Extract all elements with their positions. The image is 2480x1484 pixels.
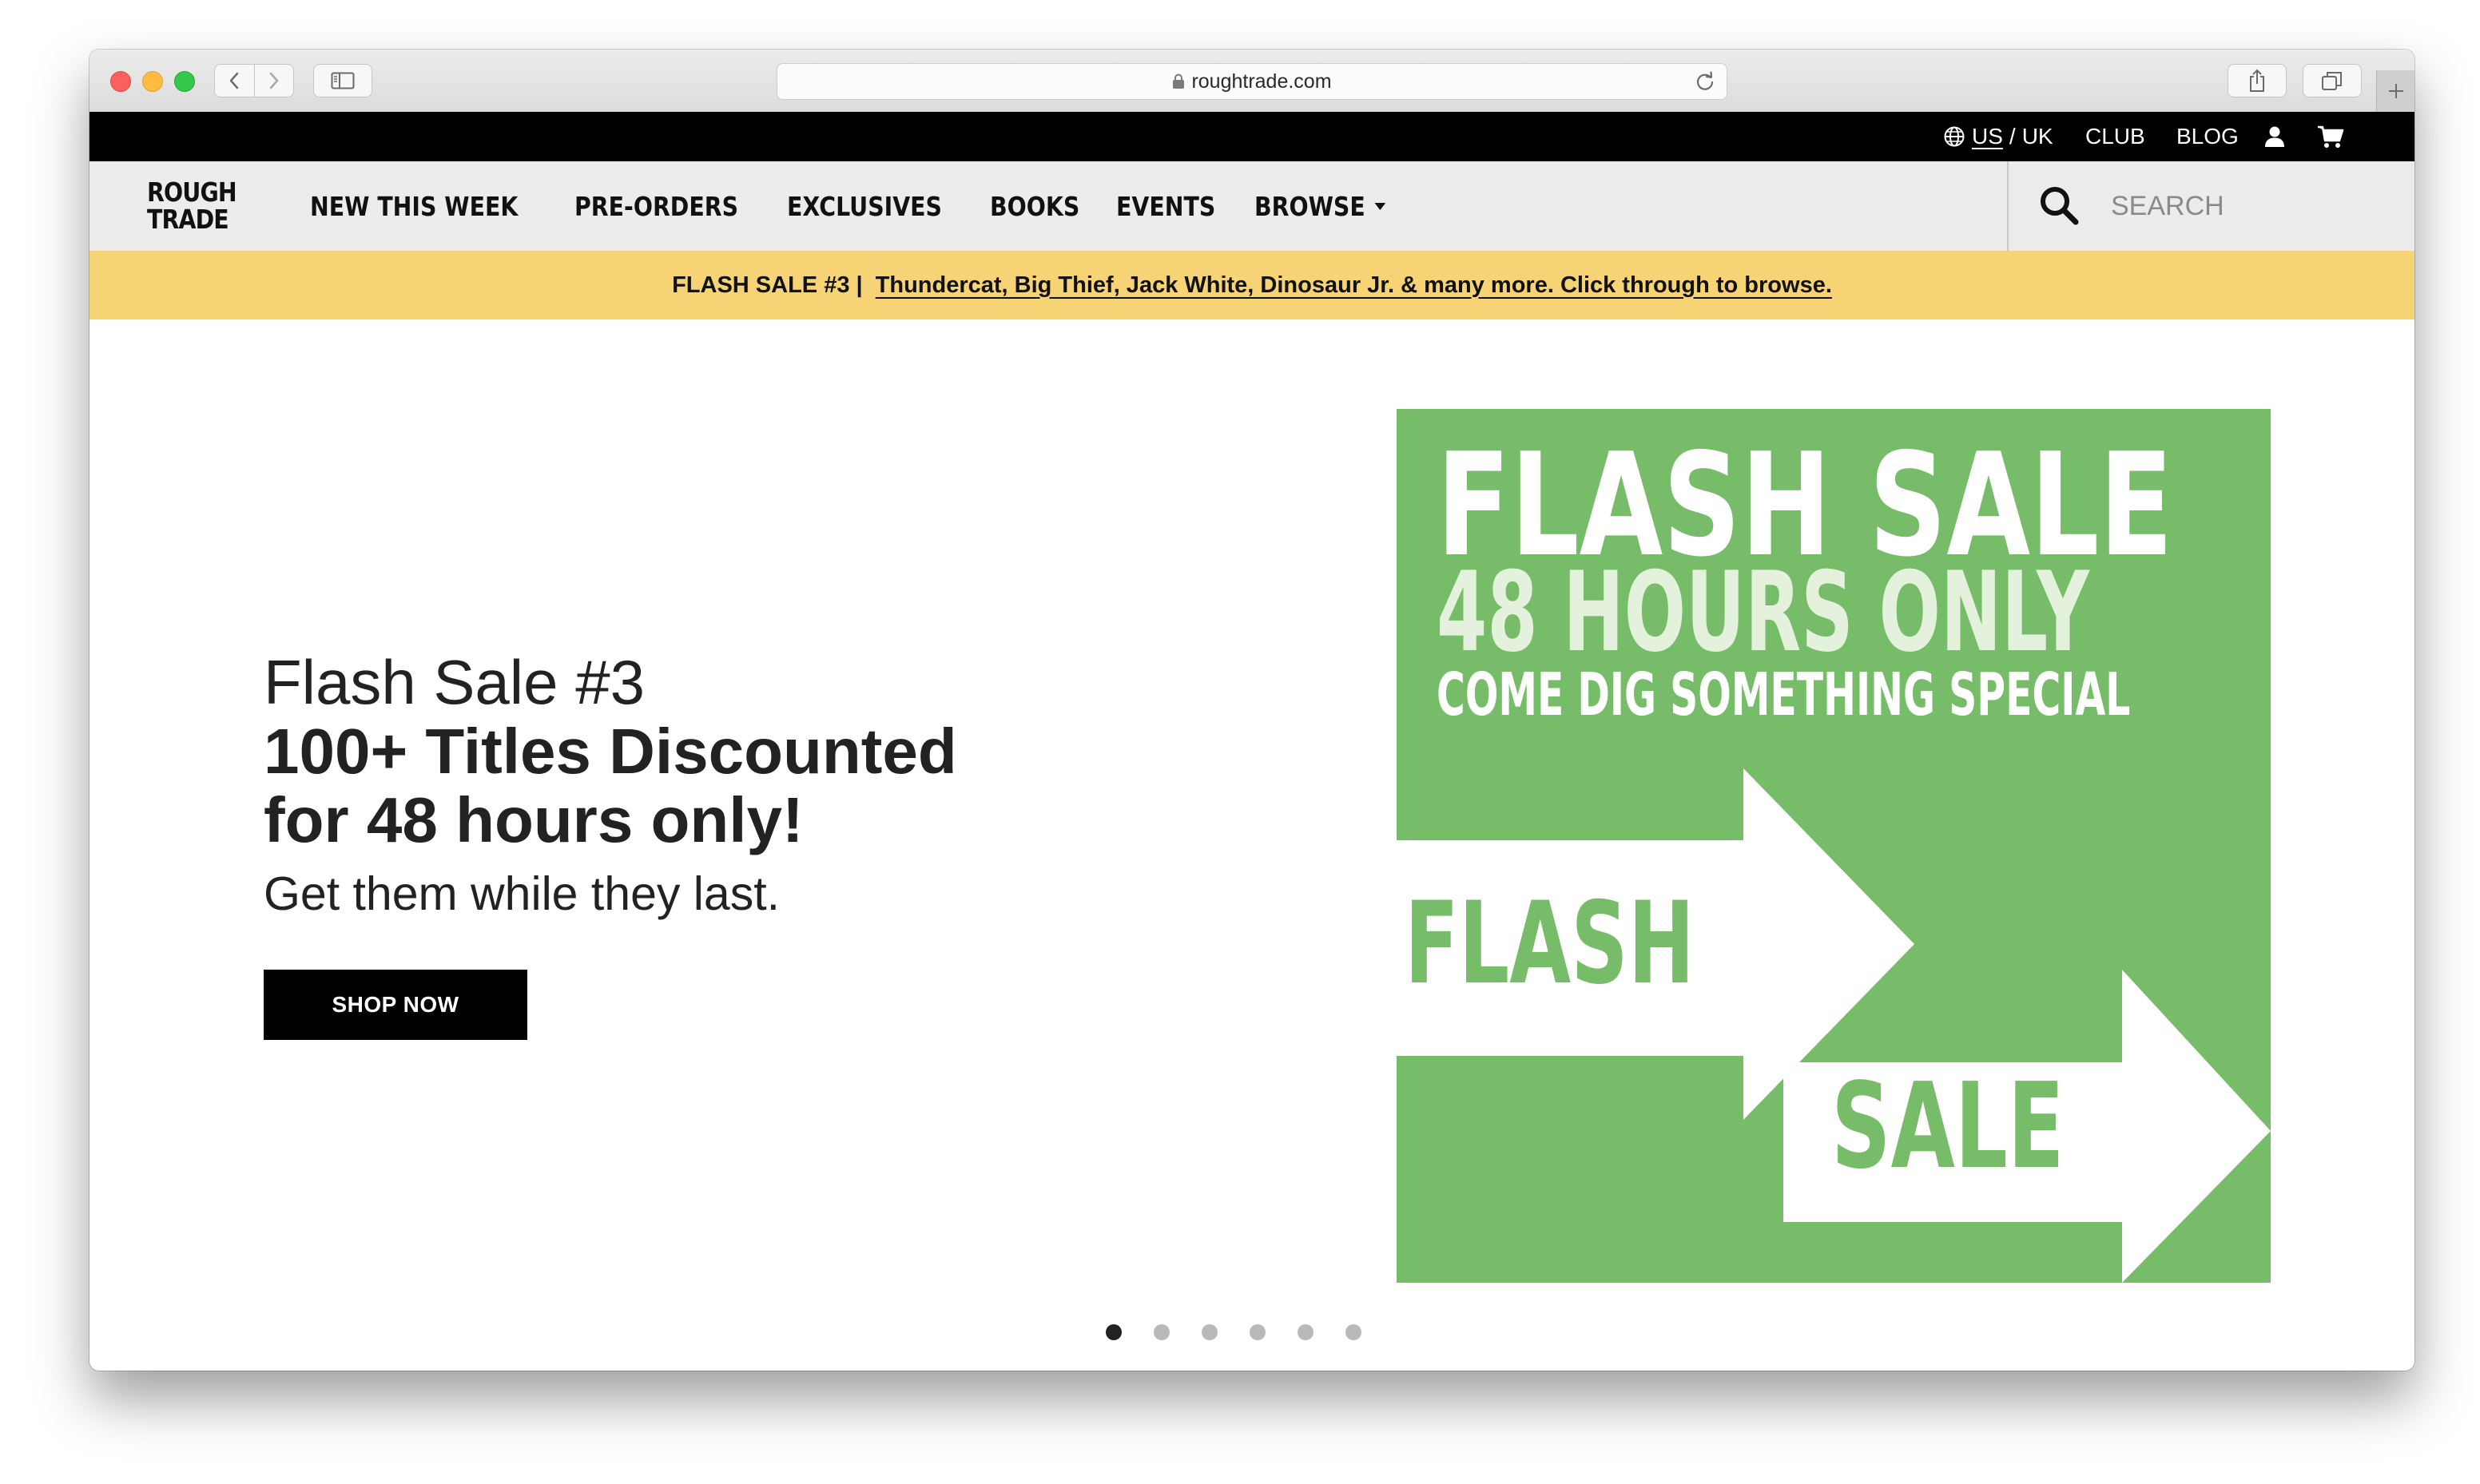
hero-headline-line-1: 100+ Titles Discounted [264,716,957,787]
nav-links: NEW THIS WEEK PRE-ORDERS EXCLUSIVES BOOK… [310,161,1429,251]
carousel-dot-5[interactable] [1298,1324,1314,1340]
shop-now-button[interactable]: SHOP NOW [264,970,527,1040]
url-text: roughtrade.com [1191,69,1332,93]
logo-line-2: TRADE [147,204,229,235]
carousel-dot-4[interactable] [1250,1324,1266,1340]
search-input[interactable] [2109,182,2384,230]
share-icon [2250,69,2264,92]
main-nav: ROUGH TRADE NEW THIS WEEK PRE-ORDERS EXC… [89,161,2414,251]
history-nav [214,64,294,97]
hero-headline-line-2: for 48 hours only! [264,784,804,855]
carousel-dot-1[interactable] [1106,1324,1122,1340]
plus-icon [2389,84,2403,98]
account-icon [2265,126,2284,147]
sidebar-button[interactable] [313,64,372,97]
back-button[interactable] [215,65,255,97]
nav-books[interactable]: BOOKS [990,191,1079,222]
nav-pre-orders[interactable]: PRE-ORDERS [574,191,738,222]
announcement-bar: FLASH SALE #3 | Thundercat, Big Thief, J… [89,251,2414,319]
account-button[interactable] [2264,112,2285,161]
flash-sale-promo-image[interactable]: FLASH SALE 48 HOURS ONLY COME DIG SOMETH… [1397,409,2271,1283]
address-bar[interactable]: roughtrade.com [777,63,1727,100]
blog-link[interactable]: BLOG [2176,112,2239,161]
nav-events[interactable]: EVENTS [1116,191,1215,222]
browser-toolbar: roughtrade.com [89,50,2414,113]
utility-bar: US / UK CLUB BLOG [89,112,2414,161]
close-window-button[interactable] [110,71,131,92]
promo-arrow-1-text: FLASH [1405,878,1695,1010]
browser-window: roughtrade.com US / UK CLUB BLOG ROUGH T… [89,50,2414,1371]
search-icon[interactable] [2037,184,2081,231]
zoom-window-button[interactable] [174,71,195,92]
carousel-dot-3[interactable] [1202,1324,1218,1340]
hero-subtitle: Get them while they last. [264,867,781,920]
sidebar-icon [331,72,355,89]
promo-line-2: 48 HOURS ONLY [1437,548,2089,677]
club-link[interactable]: CLUB [2085,112,2145,161]
promo-arrow-2-text: SALE [1831,1057,2065,1195]
hero-title: Flash Sale #3 [264,647,645,717]
new-tab-button[interactable] [2376,70,2414,112]
carousel-dot-6[interactable] [1345,1324,1361,1340]
rough-trade-logo[interactable]: ROUGH TRADE [147,176,237,236]
nav-browse-label: BROWSE [1254,190,1365,222]
forward-button[interactable] [255,65,294,97]
globe-icon [1943,125,1965,148]
lock-icon [1172,73,1185,89]
promo-line-3: COME DIG SOMETHING SPECIAL [1437,661,2131,729]
nav-browse-dropdown[interactable]: BROWSE [1254,191,1386,222]
show-tabs-button[interactable] [2303,64,2362,97]
logo-line-1: ROUGH [147,177,237,208]
hero-text: Flash Sale #3 100+ Titles Discounted for… [264,647,1103,922]
region-uk-link[interactable]: UK [2022,124,2053,149]
region-separator: / [2009,124,2016,149]
announcement-link[interactable]: Thundercat, Big Thief, Jack White, Dinos… [876,272,1832,299]
cart-button[interactable] [2317,112,2344,161]
search-area [2007,161,2414,251]
carousel-dot-2[interactable] [1154,1324,1170,1340]
nav-new-this-week[interactable]: NEW THIS WEEK [310,191,518,222]
carousel-dots [1106,1324,1393,1340]
announcement-label: FLASH SALE #3 | [672,272,863,298]
minimize-window-button[interactable] [142,71,163,92]
region-selector[interactable]: US / UK [1943,112,2053,161]
cart-icon [2318,125,2344,148]
back-icon [230,72,239,89]
caret-down-icon [1374,202,1386,210]
region-us-link[interactable]: US [1972,124,2003,149]
share-button[interactable] [2228,64,2287,97]
reload-icon[interactable] [1695,71,1715,97]
nav-exclusives[interactable]: EXCLUSIVES [787,191,942,222]
forward-icon [269,72,278,89]
tabs-icon [2322,72,2342,90]
